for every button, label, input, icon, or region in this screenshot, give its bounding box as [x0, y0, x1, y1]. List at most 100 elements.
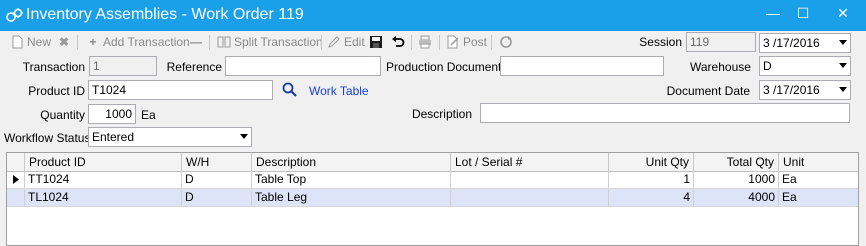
cell-unit[interactable]: Ea [779, 189, 858, 206]
reference-field[interactable] [225, 56, 381, 76]
title-bar: Inventory Assemblies - Work Order 119 — … [0, 0, 866, 31]
product-id-field[interactable]: T1024 [88, 80, 273, 100]
split-icon [217, 36, 231, 48]
transaction-field: 1 [89, 56, 157, 76]
table-row[interactable]: TL1024 D Table Leg 4 4000 Ea [7, 189, 858, 207]
add-transaction-button[interactable]: + Add Transaction [86, 34, 190, 50]
cell-unit-qty[interactable]: 1 [609, 171, 694, 188]
column-header-unit[interactable]: Unit [779, 153, 858, 171]
description-label: Description [411, 107, 472, 121]
warehouse-label: Warehouse [690, 60, 751, 74]
new-button-label: New [27, 35, 52, 49]
save-icon [370, 36, 382, 48]
document-date-picker[interactable]: 3 /17/2016 [759, 80, 851, 100]
current-row-arrow-icon [13, 175, 19, 184]
maximize-button[interactable]: ☐ [786, 0, 820, 28]
toolbar: New ✖ + Add Transaction — Split Transact… [0, 31, 866, 53]
toolbar-separator [209, 35, 210, 50]
assembly-lines-grid[interactable]: Product ID W/H Description Lot / Serial … [6, 152, 859, 246]
new-document-icon [12, 35, 23, 49]
cell-product-id[interactable]: TL1024 [25, 189, 182, 206]
cell-unit[interactable]: Ea [779, 171, 858, 188]
split-transaction-label: Split Transaction [234, 35, 323, 49]
pencil-icon [328, 36, 340, 48]
description-field[interactable] [480, 103, 850, 123]
workflow-status-dropdown[interactable]: Entered [88, 127, 252, 147]
reference-label: Reference [166, 60, 222, 74]
cell-lot-serial[interactable] [451, 189, 609, 206]
cell-total-qty[interactable]: 4000 [694, 189, 779, 206]
search-icon[interactable] [282, 82, 298, 98]
close-button[interactable]: ✕ [826, 0, 860, 28]
row-indicator [7, 189, 25, 206]
plus-icon: + [89, 35, 97, 49]
refresh-button[interactable] [499, 34, 516, 50]
quantity-unit: Ea [141, 108, 156, 122]
edit-button[interactable]: Edit [327, 34, 365, 50]
remove-transaction-button[interactable]: — [189, 34, 206, 50]
production-document-field[interactable] [500, 56, 664, 76]
cell-product-id[interactable]: TT1024 [25, 171, 182, 188]
delete-icon: ✖ [58, 35, 70, 49]
row-indicator-header [7, 153, 25, 171]
cell-description[interactable]: Table Leg [252, 189, 451, 206]
toolbar-separator [321, 35, 322, 50]
product-id-label: Product ID [28, 84, 85, 98]
transaction-label: Transaction [22, 60, 85, 74]
chevron-down-icon [839, 40, 847, 45]
chevron-down-icon [839, 87, 847, 92]
column-header-description[interactable]: Description [252, 153, 451, 171]
cell-lot-serial[interactable] [451, 171, 609, 188]
quantity-field[interactable]: 1000 [88, 104, 136, 124]
document-date-value: 3 /17/2016 [763, 83, 820, 97]
add-transaction-label: Add Transaction [103, 35, 190, 49]
cell-wh[interactable]: D [182, 171, 252, 188]
minimize-button[interactable]: — [756, 0, 790, 28]
print-button[interactable] [418, 34, 435, 50]
session-date-picker[interactable]: 3 /17/2016 [759, 33, 851, 53]
session-date-value: 3 /17/2016 [763, 36, 820, 50]
chevron-down-icon [839, 63, 847, 68]
app-icon [6, 8, 23, 22]
chevron-down-icon [240, 134, 248, 139]
new-button[interactable]: New [10, 34, 51, 50]
warehouse-dropdown[interactable]: D [759, 56, 851, 76]
document-date-label: Document Date [666, 84, 750, 98]
session-field: 119 [686, 32, 756, 52]
toolbar-separator [411, 35, 412, 50]
window-title: Inventory Assemblies - Work Order 119 [26, 6, 304, 23]
save-button[interactable] [369, 34, 386, 50]
column-header-unit-qty[interactable]: Unit Qty [609, 153, 694, 171]
refresh-icon [500, 36, 512, 48]
post-button[interactable]: Post [446, 34, 487, 50]
undo-icon [392, 36, 405, 47]
toolbar-separator [77, 35, 78, 50]
post-button-label: Post [463, 35, 488, 49]
column-header-lot-serial[interactable]: Lot / Serial # [451, 153, 609, 171]
post-icon [447, 35, 459, 49]
column-header-wh[interactable]: W/H [182, 153, 252, 171]
grid-header: Product ID W/H Description Lot / Serial … [7, 153, 858, 172]
undo-button[interactable] [391, 34, 408, 50]
cell-description[interactable]: Table Top [252, 171, 451, 188]
column-header-product-id[interactable]: Product ID [25, 153, 182, 171]
cell-total-qty[interactable]: 1000 [694, 171, 779, 188]
printer-icon [419, 35, 431, 49]
table-row[interactable]: TT1024 D Table Top 1 1000 Ea [7, 171, 858, 189]
toolbar-separator [439, 35, 440, 50]
column-header-total-qty[interactable]: Total Qty [694, 153, 779, 171]
inventory-assemblies-window: Inventory Assemblies - Work Order 119 — … [0, 0, 866, 246]
minus-icon: — [190, 35, 202, 49]
cell-wh[interactable]: D [182, 189, 252, 206]
row-indicator [7, 171, 25, 188]
warehouse-value: D [763, 59, 772, 73]
split-transaction-button[interactable]: Split Transaction [217, 34, 323, 50]
edit-button-label: Edit [344, 35, 365, 49]
workflow-status-label: Workflow Status [4, 131, 91, 145]
workflow-status-value: Entered [92, 130, 135, 144]
session-label: Session [639, 35, 682, 49]
cell-unit-qty[interactable]: 4 [609, 189, 694, 206]
work-table-link[interactable]: Work Table [309, 84, 369, 98]
quantity-label: Quantity [40, 108, 85, 122]
delete-button[interactable]: ✖ [57, 34, 74, 50]
